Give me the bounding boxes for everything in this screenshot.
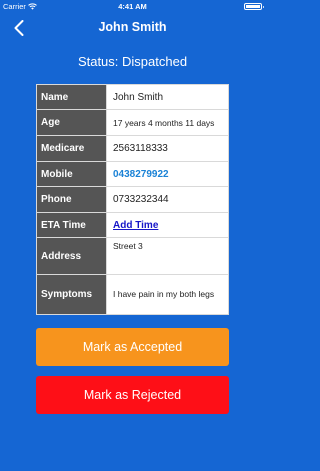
eta-row: ETA Time Add Time [36, 212, 229, 238]
add-time-link[interactable]: Add Time [113, 220, 158, 231]
mobile-row: Mobile 0438279922 [36, 161, 229, 187]
age-label: Age [36, 109, 107, 136]
symptoms-row: Symptoms I have pain in my both legs [36, 274, 229, 315]
navigation-bar: John Smith [0, 13, 265, 43]
mobile-value[interactable]: 0438279922 [106, 161, 229, 187]
mark-rejected-button[interactable]: Mark as Rejected [36, 376, 229, 414]
page-title: John Smith [98, 20, 167, 34]
phone-value: 0733232344 [106, 186, 229, 213]
phone-row: Phone 0733232344 [36, 186, 229, 213]
mark-accepted-button[interactable]: Mark as Accepted [36, 328, 229, 366]
phone-label: Phone [36, 186, 107, 213]
medicare-row: Medicare 2563118333 [36, 135, 229, 162]
name-value: John Smith [106, 84, 229, 110]
name-row: Name John Smith [36, 84, 229, 110]
symptoms-value: I have pain in my both legs [106, 274, 229, 315]
medicare-label: Medicare [36, 135, 107, 162]
patient-details-table: Name John Smith Age 17 years 4 months 11… [36, 84, 229, 315]
eta-label: ETA Time [36, 212, 107, 238]
address-row: Address Street 3 [36, 237, 229, 275]
age-row: Age 17 years 4 months 11 days [36, 109, 229, 136]
medicare-value: 2563118333 [106, 135, 229, 162]
clock: 4:41 AM [118, 2, 147, 11]
status-text: Status: Dispatched [77, 54, 188, 69]
name-label: Name [36, 84, 107, 110]
eta-cell: Add Time [106, 212, 229, 238]
address-value: Street 3 [106, 237, 229, 275]
age-value: 17 years 4 months 11 days [106, 109, 229, 136]
address-label: Address [36, 237, 107, 275]
symptoms-label: Symptoms [36, 274, 107, 315]
mobile-label: Mobile [36, 161, 107, 187]
status-bar: Carrier 4:41 AM [0, 0, 265, 13]
battery-icon [244, 3, 264, 10]
